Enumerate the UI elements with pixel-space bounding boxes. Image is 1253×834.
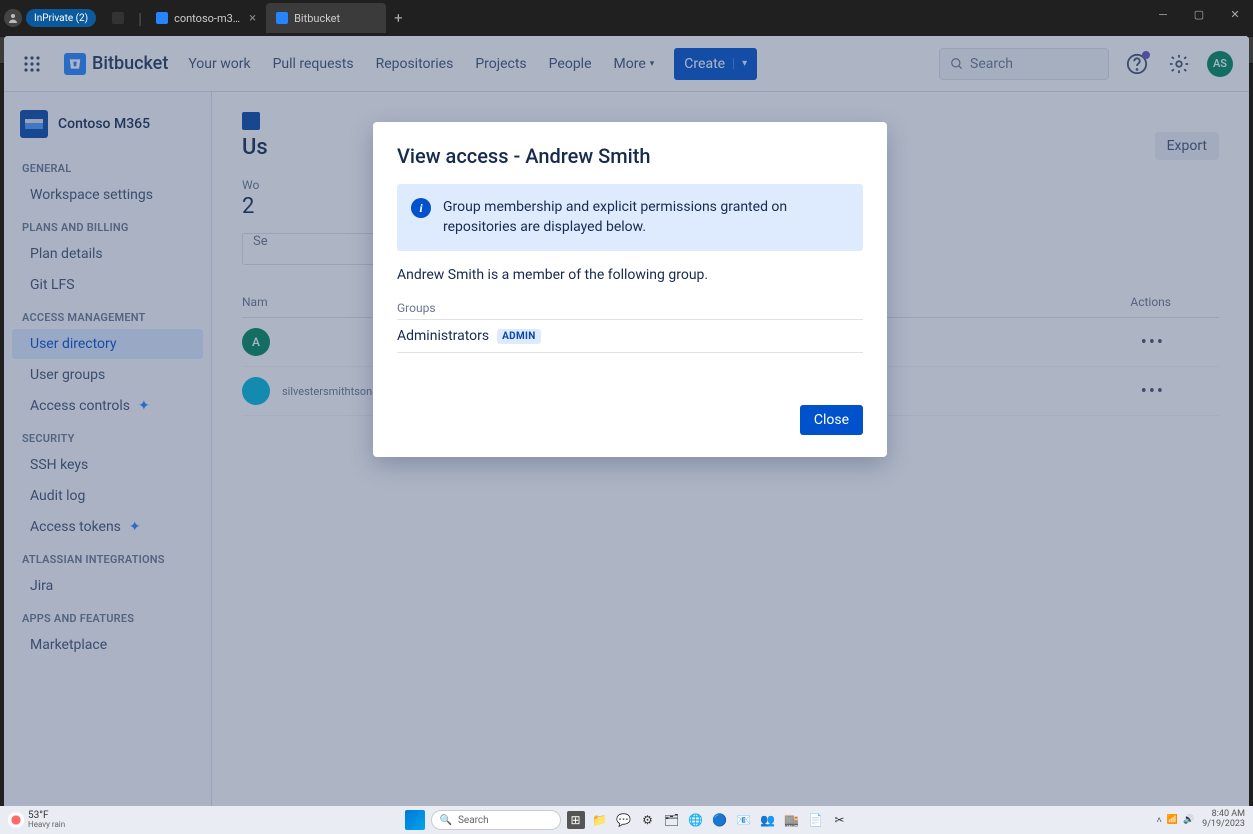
wifi-icon[interactable]: 📶 [1167,815,1178,825]
volume-icon[interactable]: 🔊 [1183,815,1194,825]
member-line: Andrew Smith is a member of the followin… [397,267,863,283]
modal-footer: Close [397,405,863,435]
info-panel: i Group membership and explicit permissi… [397,184,863,251]
tab-bar: InPrivate (2) | contoso-m365 / clouddemo… [4,3,411,33]
chevron-up-icon[interactable]: ˄ [1156,815,1161,826]
browser-tab-strip: InPrivate (2) | contoso-m365 / clouddemo… [0,0,1253,36]
outlook-icon[interactable]: 📧 [735,811,753,829]
admin-badge: ADMIN [497,329,540,344]
close-button[interactable]: Close [800,405,863,435]
edge-icon[interactable]: 🌐 [687,811,705,829]
teams-icon[interactable]: 👥 [759,811,777,829]
chat-icon[interactable]: 💬 [615,811,633,829]
profile-bubble[interactable] [4,9,22,27]
info-text: Group membership and explicit permission… [443,198,849,237]
weather-icon [8,812,24,828]
bitbucket-favicon [156,12,168,24]
inprivate-badge: InPrivate (2) [26,9,96,27]
window-controls: ─ ▢ ✕ [1145,0,1253,28]
start-button[interactable] [405,810,425,830]
settings-icon[interactable]: ⚙ [639,811,657,829]
task-view-icon[interactable]: ⊞ [567,811,585,829]
tab-label: contoso-m365 / clouddemo — B… [174,12,243,25]
files-icon[interactable]: 🗂 [663,811,681,829]
maximize-button[interactable]: ▢ [1181,0,1217,28]
clock[interactable]: 8:40 AM 9/19/2023 [1202,810,1245,830]
explorer-icon[interactable]: 📁 [591,811,609,829]
weather-condition: Heavy rain [28,821,65,829]
tab-label: Bitbucket [294,12,340,25]
close-window-button[interactable]: ✕ [1217,0,1253,28]
tab-blank[interactable] [102,3,134,33]
chrome-icon[interactable]: 🔵 [711,811,729,829]
taskbar-center: 🔍 Search ⊞ 📁 💬 ⚙ 🗂 🌐 🔵 📧 👥 🏬 📄 ✂ [405,810,849,830]
weather-widget[interactable]: 53°F Heavy rain [8,811,65,829]
minimize-button[interactable]: ─ [1145,0,1181,28]
search-icon: 🔍 [440,815,452,826]
group-name: Administrators [397,328,489,344]
info-icon: i [411,198,431,218]
taskbar-tray: ˄ 📶 🔊 8:40 AM 9/19/2023 [1156,810,1245,830]
groups-header: Groups [397,297,863,320]
group-row: Administrators ADMIN [397,320,863,353]
modal-title: View access - Andrew Smith [397,144,863,168]
snip-icon[interactable]: ✂ [831,811,849,829]
windows-taskbar: 53°F Heavy rain 🔍 Search ⊞ 📁 💬 ⚙ 🗂 🌐 🔵 📧… [0,806,1253,834]
bitbucket-favicon [276,12,288,24]
view-access-modal: View access - Andrew Smith i Group membe… [373,122,887,457]
tab-clouddemo[interactable]: contoso-m365 / clouddemo — B… × [146,3,266,33]
app-viewport: Bitbucket Your work Pull requests Reposi… [4,36,1249,806]
close-icon[interactable]: × [249,11,256,26]
tab-bitbucket[interactable]: Bitbucket × [266,3,386,33]
word-icon[interactable]: 📄 [807,811,825,829]
store-icon[interactable]: 🏬 [783,811,801,829]
taskbar-search[interactable]: 🔍 Search [431,810,561,830]
new-tab-button[interactable]: + [386,9,411,27]
